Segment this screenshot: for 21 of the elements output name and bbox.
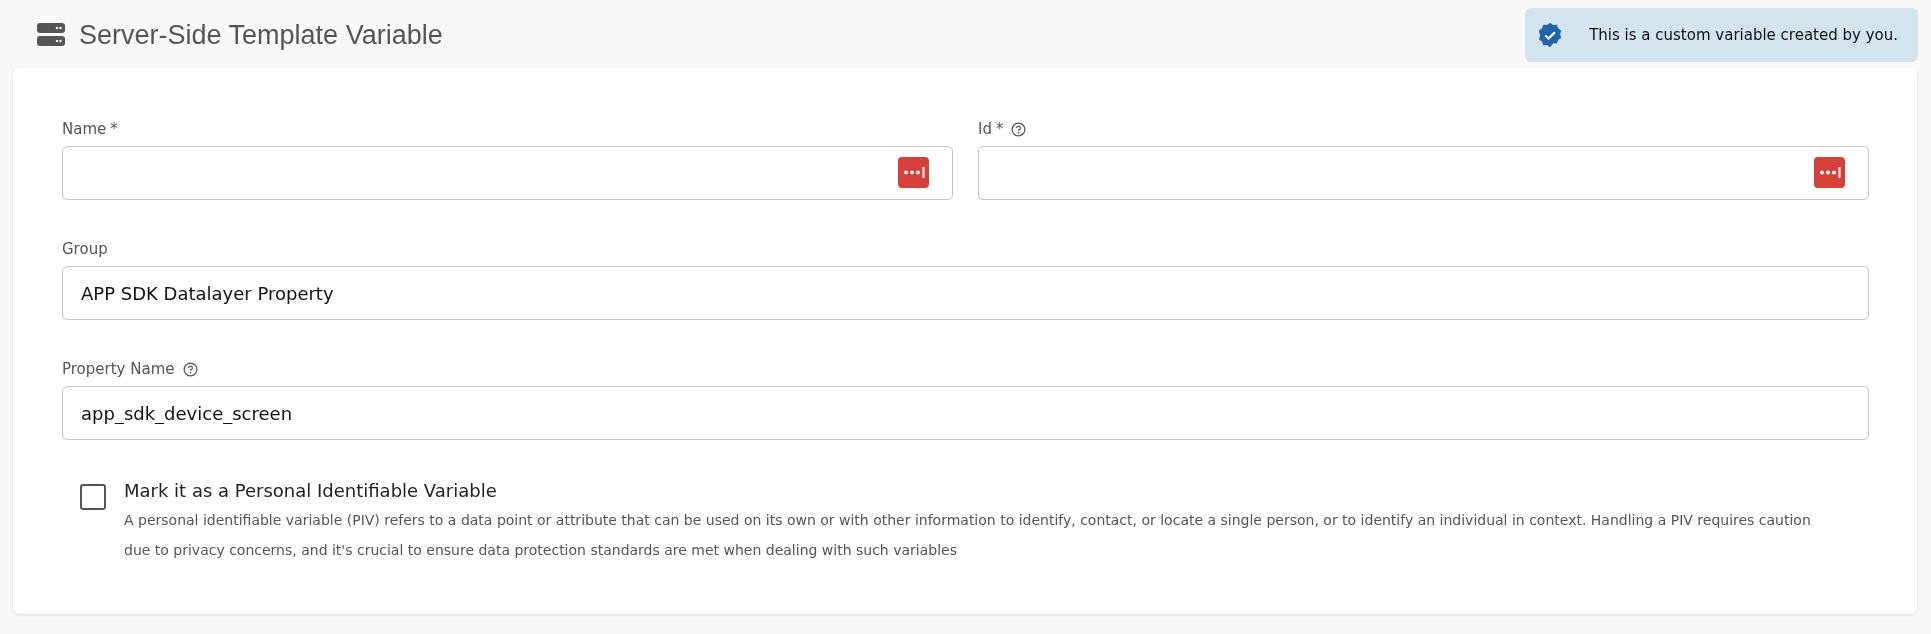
field-label: Property Name (62, 360, 175, 378)
field-label: Group (62, 240, 108, 258)
text-field[interactable]: app_sdk_device_screen (62, 386, 1869, 440)
info-message: This is a custom variable created by you. (1589, 26, 1898, 44)
text-field[interactable] (978, 146, 1869, 200)
page-title: Server-Side Template Variable (79, 19, 443, 51)
field-label: Name (62, 120, 107, 138)
required-mark: * (995, 120, 1004, 138)
checkbox[interactable] (80, 484, 106, 510)
password-manager-icon[interactable] (1814, 157, 1845, 188)
help-icon[interactable] (1011, 121, 1027, 137)
server-icon (37, 23, 65, 47)
required-mark: * (110, 120, 118, 138)
checkbox-label: Mark it as a Personal Identifiable Variable (124, 480, 498, 501)
description-text: A personal identifiable variable (PIV) refers to a data point or attribute that can be used on its own or with other information to identify, contact, or locate a single person, or to identify an individual in context. Handling a PIV requires caution due to privacy concerns, and it's crucial to ensure data protection standards are met when dealing with such variables (124, 511, 1812, 560)
verified-badge-icon (1537, 20, 1564, 50)
text-field[interactable] (62, 146, 953, 200)
help-icon[interactable] (182, 361, 198, 377)
text-field[interactable]: APP SDK Datalayer Property (62, 266, 1869, 320)
password-manager-icon[interactable] (898, 157, 929, 188)
field-label: Id (978, 120, 992, 138)
